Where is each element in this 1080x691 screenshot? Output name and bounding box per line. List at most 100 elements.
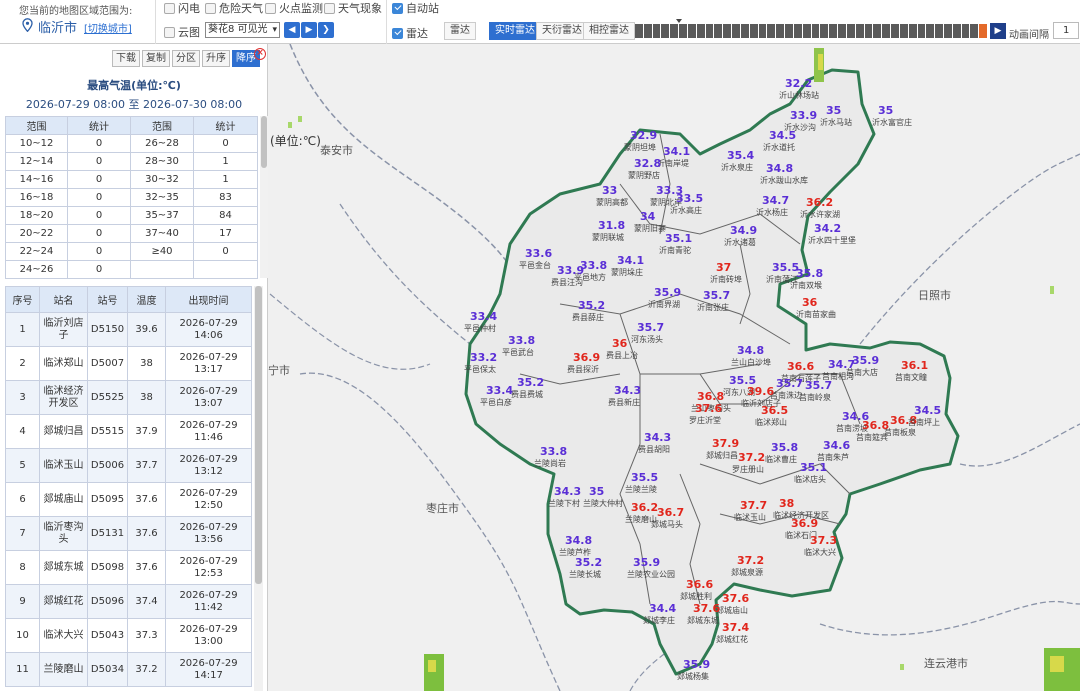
timeline-frame[interactable]: [740, 24, 749, 38]
station-temperature[interactable]: 37.9: [712, 437, 739, 450]
station-temperature[interactable]: 36.9: [573, 351, 600, 364]
timeline-frame[interactable]: [961, 24, 970, 38]
station-temperature[interactable]: 35.2: [575, 556, 602, 569]
table-row[interactable]: 1 临沂刘店子 D5150 39.6 2026-07-29 14:06: [5, 312, 252, 347]
timeline-frame[interactable]: [820, 24, 829, 38]
station-temperature[interactable]: 33.4: [470, 310, 497, 323]
station-temperature[interactable]: 35.7: [703, 289, 730, 302]
station-temperature[interactable]: 36.2: [631, 501, 658, 514]
timeline-frame[interactable]: [776, 24, 785, 38]
station-temperature[interactable]: 35: [826, 104, 841, 117]
station-temperature[interactable]: 36.5: [761, 404, 788, 417]
station-temperature[interactable]: 33.4: [486, 384, 513, 397]
station-temperature[interactable]: 33.9: [557, 264, 584, 277]
fire-monitor-toggle[interactable]: 火点监测: [265, 0, 323, 16]
station-temperature[interactable]: 33.2: [470, 351, 497, 364]
scrollbar-thumb[interactable]: [255, 286, 262, 584]
station-temperature[interactable]: 36.8: [862, 419, 889, 432]
timeline-frame[interactable]: [687, 24, 696, 38]
timeline-frame[interactable]: [846, 24, 855, 38]
station-temperature[interactable]: 35.1: [665, 232, 692, 245]
timeline-frame[interactable]: [705, 24, 714, 38]
station-temperature[interactable]: 35.9: [654, 286, 681, 299]
station-temperature[interactable]: 33.8: [540, 445, 567, 458]
timeline-frame[interactable]: [714, 24, 723, 38]
checkbox-icon[interactable]: [324, 2, 335, 14]
station-temperature[interactable]: 37.7: [740, 499, 767, 512]
table-row[interactable]: 9 郯城红花 D5096 37.4 2026-07-29 11:42: [5, 584, 252, 619]
station-temperature[interactable]: 35.7: [805, 379, 832, 392]
cloud-product-select[interactable]: 葵花8 可见光: [205, 22, 280, 38]
timeline-frame[interactable]: [926, 24, 935, 38]
switch-city-link[interactable]: [切换城市]: [84, 20, 132, 35]
station-temperature[interactable]: 35.7: [776, 377, 803, 390]
station-temperature[interactable]: 31.8: [598, 219, 625, 232]
station-temperature[interactable]: 34: [640, 210, 655, 223]
station-temperature[interactable]: 35.9: [683, 658, 710, 671]
cloud-toggle[interactable]: 云图: [164, 24, 200, 40]
play-arrow-icon[interactable]: ▶: [301, 22, 317, 38]
sort-asc-button[interactable]: 升序: [202, 50, 230, 67]
table-row[interactable]: 6 郯城庙山 D5095 37.6 2026-07-29 12:50: [5, 482, 252, 517]
timeline-frame[interactable]: [811, 24, 820, 38]
station-temperature[interactable]: 34.5: [769, 129, 796, 142]
timeline-frame[interactable]: [943, 24, 952, 38]
station-temperature[interactable]: 36.2: [806, 196, 833, 209]
checkbox-icon[interactable]: [265, 2, 276, 14]
station-temperature[interactable]: 37.6: [693, 602, 720, 615]
station-temperature[interactable]: 37: [716, 261, 731, 274]
ranking-scrollbar[interactable]: [254, 286, 263, 691]
timeline-frame[interactable]: [732, 24, 740, 38]
station-temperature[interactable]: 35.8: [771, 441, 798, 454]
timeline-frame[interactable]: [917, 24, 926, 38]
timeline-frame[interactable]: [670, 24, 679, 38]
copy-button[interactable]: 复制: [142, 50, 170, 67]
station-temperature[interactable]: 34.3: [614, 384, 641, 397]
station-temperature[interactable]: 34.2: [814, 222, 841, 235]
animation-timeline[interactable]: [635, 24, 988, 38]
station-temperature[interactable]: 34.9: [730, 224, 757, 237]
checkbox-icon[interactable]: [164, 2, 175, 14]
station-temperature[interactable]: 34.8: [737, 344, 764, 357]
station-temperature[interactable]: 34.1: [663, 145, 690, 158]
station-temperature[interactable]: 36: [802, 296, 817, 309]
station-temperature[interactable]: 34.5: [914, 404, 941, 417]
table-row[interactable]: 7 临沂枣沟头 D5131 37.6 2026-07-29 13:56: [5, 516, 252, 551]
ranking-col-header[interactable]: 站号: [87, 286, 128, 313]
timeline-frame[interactable]: [970, 24, 979, 38]
station-temperature[interactable]: 37.2: [738, 451, 765, 464]
ranking-col-header[interactable]: 站名: [39, 286, 88, 313]
station-temperature[interactable]: 32.8: [634, 157, 661, 170]
auto-station-toggle[interactable]: 自动站: [392, 0, 439, 16]
station-temperature[interactable]: 34.4: [649, 602, 676, 615]
timeline-frame[interactable]: [908, 24, 917, 38]
station-temperature[interactable]: 36.1: [901, 359, 928, 372]
table-row[interactable]: 5 临沭玉山 D5006 37.7 2026-07-29 13:12: [5, 448, 252, 483]
station-temperature[interactable]: 34.7: [762, 194, 789, 207]
station-temperature[interactable]: 36.6: [686, 578, 713, 591]
download-button[interactable]: 下载: [112, 50, 140, 67]
table-row[interactable]: 4 郯城归昌 D5515 37.9 2026-07-29 11:46: [5, 414, 252, 449]
timeline-frame[interactable]: [829, 24, 838, 38]
tab-realtime-radar[interactable]: 实时雷达: [489, 22, 541, 40]
station-temperature[interactable]: 32.2: [785, 77, 812, 90]
checkbox-checked-icon[interactable]: [392, 2, 403, 14]
table-row[interactable]: 8 郯城东城 D5098 37.6 2026-07-29 12:53: [5, 550, 252, 585]
station-temperature[interactable]: 37.6: [695, 402, 722, 415]
ranking-col-header[interactable]: 序号: [5, 286, 40, 313]
timeline-frame[interactable]: [723, 24, 732, 38]
station-temperature[interactable]: 36.7: [657, 506, 684, 519]
station-temperature[interactable]: 38: [779, 497, 794, 510]
station-temperature[interactable]: 35.7: [637, 321, 664, 334]
timeline-frame[interactable]: [661, 24, 670, 38]
station-temperature[interactable]: 33.8: [508, 334, 535, 347]
timeline-frame[interactable]: [873, 24, 882, 38]
station-temperature[interactable]: 37.6: [722, 592, 749, 605]
checkbox-checked-icon[interactable]: [392, 27, 403, 39]
station-temperature[interactable]: 39.6: [747, 385, 774, 398]
station-temperature[interactable]: 35.9: [633, 556, 660, 569]
checkbox-icon[interactable]: [164, 26, 175, 38]
timeline-frame[interactable]: [696, 24, 705, 38]
station-temperature[interactable]: 37.3: [810, 534, 837, 547]
interval-input[interactable]: 1: [1053, 22, 1079, 39]
